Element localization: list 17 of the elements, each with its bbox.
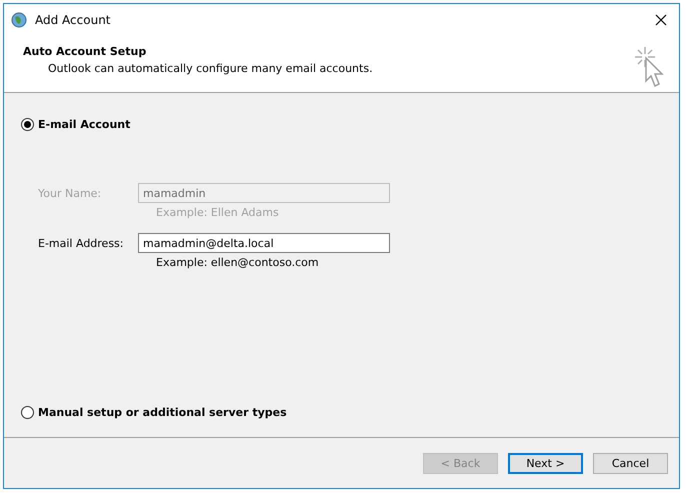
close-icon <box>655 14 667 26</box>
radio-dot-icon <box>21 406 34 419</box>
dialog-button[interactable]: Cancel <box>593 452 668 474</box>
example-hint: Example: ellen@contoso.com <box>156 256 320 270</box>
window-title: Add Account <box>35 12 112 26</box>
example-hint: Example: Ellen Adams <box>156 206 280 220</box>
header-title: Auto Account Setup <box>23 45 148 58</box>
radio-button[interactable]: E-mail Account <box>21 118 130 131</box>
cursor-sparkle-icon <box>633 45 667 89</box>
radio-dot-icon <box>21 118 34 131</box>
header-subtitle: Outlook can automatically configure many email accounts. <box>48 62 373 75</box>
dialog-button[interactable]: Next > <box>508 452 583 474</box>
field-label: E-mail Address: <box>38 236 124 250</box>
globe-icon <box>11 12 27 28</box>
radio-button[interactable]: Manual setup or additional server types <box>21 406 287 419</box>
field-label: Your Name: <box>38 186 102 200</box>
input-field[interactable]: mamadmin@delta.local <box>138 233 390 253</box>
